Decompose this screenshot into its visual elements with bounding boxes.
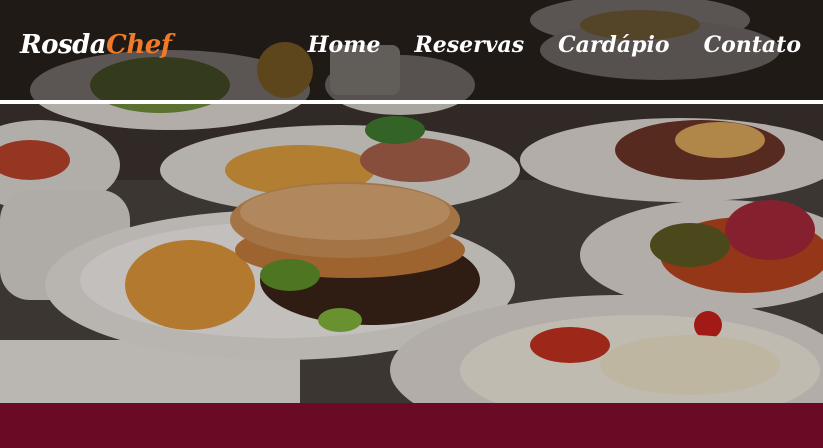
logo-part-2: Chef [106, 30, 172, 60]
site-header: RosdaChef Home Reservas Cardápio Contato [0, 0, 823, 100]
section-band [0, 403, 823, 448]
logo-part-1: Rosda [20, 30, 107, 60]
nav-reservas[interactable]: Reservas [414, 32, 524, 58]
nav-home[interactable]: Home [308, 32, 381, 58]
logo[interactable]: RosdaChef [20, 30, 172, 60]
main-nav: Home Reservas Cardápio Contato [308, 32, 801, 58]
nav-contato[interactable]: Contato [704, 32, 801, 58]
nav-cardapio[interactable]: Cardápio [558, 32, 669, 58]
header-divider [0, 100, 823, 104]
